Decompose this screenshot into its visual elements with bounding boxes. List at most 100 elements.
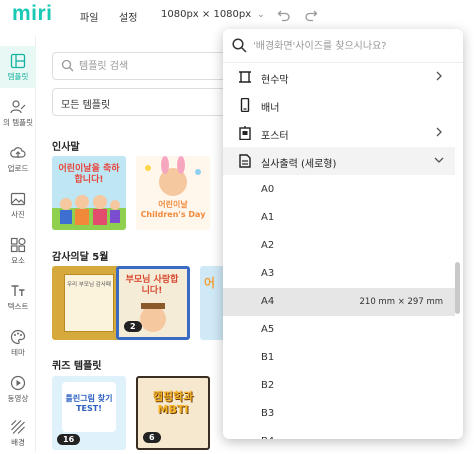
template-title: 틀린그림 찾기 TEST! xyxy=(65,394,113,413)
paper-size-label: A1 xyxy=(261,212,275,223)
size-search-input[interactable] xyxy=(253,38,453,54)
app-logo[interactable]: miri xyxy=(12,2,53,26)
paper-size-label: A4 xyxy=(261,296,275,307)
paper-size-option-highlighted[interactable]: A4 210 mm × 297 mm xyxy=(223,288,455,316)
redo-icon[interactable] xyxy=(304,8,318,22)
rail-item-photos[interactable]: 사진 xyxy=(0,184,36,226)
shapes-icon xyxy=(10,237,26,253)
rail-label: 배경 xyxy=(11,438,25,447)
section-title: 감사의달 5월 xyxy=(52,252,109,263)
chevron-right-icon xyxy=(436,71,442,81)
chevron-down-icon xyxy=(434,157,444,163)
image-icon xyxy=(10,192,26,206)
settings-menu[interactable]: 설정 xyxy=(119,9,137,24)
poster-icon xyxy=(239,126,251,140)
template-panel: 모든 템플릿 인사말 감사의달 5월 퀴즈 템플릿 어린이날을 축하합니다! 어… xyxy=(36,36,248,452)
template-search-input[interactable] xyxy=(79,58,239,74)
paper-size-option[interactable]: B2 xyxy=(223,372,455,400)
paper-size-option[interactable]: B3 xyxy=(223,400,455,428)
template-title: 어린이날 Children's Day xyxy=(140,200,206,219)
section-title: 인사말 xyxy=(52,142,80,153)
size-category-poster[interactable]: 포스터 xyxy=(223,119,455,147)
rail-label: 사진 xyxy=(11,210,25,219)
page-count-badge: 6 xyxy=(143,432,161,443)
paper-size-label: B2 xyxy=(261,380,275,391)
size-category-banner[interactable]: 현수막 xyxy=(223,63,455,91)
paper-size-label: A0 xyxy=(261,184,275,195)
paper-size-option[interactable]: A3 xyxy=(223,260,455,288)
dropdown-scrollbar[interactable] xyxy=(455,262,460,314)
template-search xyxy=(52,52,248,80)
template-title: 어 xyxy=(204,276,216,290)
chevron-right-icon xyxy=(436,127,442,137)
rail-item-my-templates[interactable]: 의 템플릿 xyxy=(0,92,36,134)
size-category-print-portrait[interactable]: 실사출력 (세로형) xyxy=(223,147,455,175)
canvas-size-dropdown: 현수막 배너 포스터 실사출력 (세로형) A0 A1 A2 xyxy=(223,29,463,439)
category-label: 배너 xyxy=(261,103,280,114)
paper-size-label: A5 xyxy=(261,324,275,335)
play-icon xyxy=(10,375,26,391)
search-icon xyxy=(61,59,74,72)
paper-size-option[interactable]: B4 xyxy=(223,428,455,439)
canvas-size-label: 1080px × 1080px xyxy=(161,9,252,20)
template-thumbnail[interactable]: 우리 부모님 감사패 xyxy=(52,266,126,340)
my-template-icon xyxy=(10,100,26,114)
template-filter-select[interactable]: 모든 템플릿 xyxy=(52,88,248,116)
paper-size-label: A2 xyxy=(261,240,275,251)
palette-icon xyxy=(10,329,26,345)
template-title: 캠핑학과 MBTI xyxy=(152,390,194,416)
template-thumbnail[interactable]: 부모님 사랑합니다! 2 xyxy=(116,266,190,340)
paper-size-option[interactable]: A2 xyxy=(223,232,455,260)
template-title: 부모님 사랑합니다! xyxy=(125,275,179,296)
paper-size-dimensions: 210 mm × 297 mm xyxy=(359,297,444,307)
template-title: 우리 부모님 감사패 xyxy=(67,282,111,288)
layout-icon xyxy=(10,53,26,69)
paper-size-option[interactable]: A5 xyxy=(223,316,455,344)
rail-label: 동영상 xyxy=(7,394,29,403)
undo-icon[interactable] xyxy=(277,8,291,22)
size-category-web-banner[interactable]: 배너 xyxy=(223,91,455,119)
rail-item-elements[interactable]: 요소 xyxy=(0,230,36,272)
page-count-badge: 16 xyxy=(57,434,81,445)
chevron-down-icon: ⌄ xyxy=(257,10,265,20)
template-thumbnail[interactable]: 어린이날을 축하합니다! xyxy=(52,156,126,230)
rail-label: 의 템플릿 xyxy=(3,118,33,127)
rail-label: 텍스트 xyxy=(7,302,29,311)
phone-icon xyxy=(240,98,250,112)
page-count-badge: 2 xyxy=(124,321,142,332)
search-icon xyxy=(232,38,247,53)
paper-size-option[interactable]: B1 xyxy=(223,344,455,372)
paper-size-option[interactable]: A0 xyxy=(223,176,455,204)
rail-label: 테마 xyxy=(11,348,25,357)
rail-item-background[interactable]: 배경 xyxy=(0,412,36,454)
template-thumbnail[interactable]: 어린이날 Children's Day xyxy=(136,156,210,230)
rail-label: 템플릿 xyxy=(7,72,29,81)
paper-size-label: B4 xyxy=(261,436,274,439)
print-icon xyxy=(239,154,251,168)
rail-label: 업로드 xyxy=(7,164,29,173)
rail-label: 요소 xyxy=(11,256,25,265)
rail-item-text[interactable]: 텍스트 xyxy=(0,276,36,318)
category-label: 포스터 xyxy=(261,131,289,142)
background-icon xyxy=(11,420,25,434)
template-title: 어린이날을 축하합니다! xyxy=(58,164,120,185)
rail-item-video[interactable]: 동영상 xyxy=(0,368,36,410)
canvas-size-select[interactable]: 1080px × 1080px ⌄ xyxy=(161,9,265,20)
template-thumbnail[interactable]: 캠핑학과 MBTI 6 xyxy=(136,376,210,450)
top-bar: miri 파일 설정 1080px × 1080px ⌄ xyxy=(0,0,474,30)
size-search xyxy=(223,29,463,63)
rail-item-theme[interactable]: 테마 xyxy=(0,322,36,364)
banner-icon xyxy=(239,71,251,83)
paper-size-option[interactable]: A1 xyxy=(223,204,455,232)
section-title: 퀴즈 템플릿 xyxy=(52,361,102,372)
category-label: 실사출력 (세로형) xyxy=(261,159,337,170)
template-thumbnail[interactable]: 틀린그림 찾기 TEST! 16 xyxy=(52,376,126,450)
rail-item-upload[interactable]: 업로드 xyxy=(0,138,36,180)
paper-size-label: A3 xyxy=(261,268,275,279)
paper-size-label: B1 xyxy=(261,352,275,363)
text-icon xyxy=(11,285,25,296)
paper-size-label: B3 xyxy=(261,408,275,419)
file-menu[interactable]: 파일 xyxy=(80,9,98,24)
category-label: 현수막 xyxy=(261,75,289,86)
rail-item-templates[interactable]: 템플릿 xyxy=(0,46,36,88)
